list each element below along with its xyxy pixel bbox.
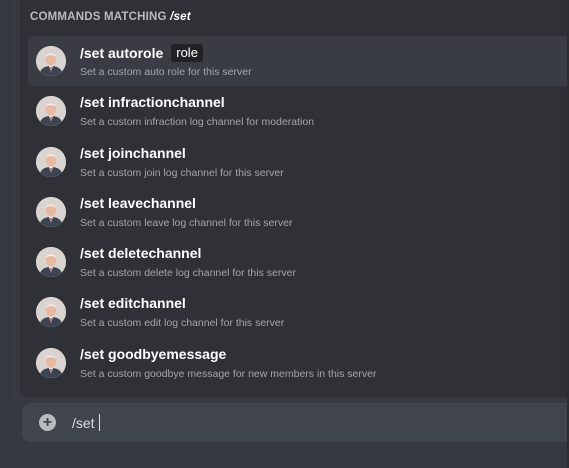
bot-avatar-icon — [36, 347, 66, 378]
bot-avatar-icon — [36, 146, 66, 177]
command-description: Set a custom goodbye message for new mem… — [80, 367, 377, 380]
command-list: /set autorole role Set a custom auto rol… — [28, 36, 569, 388]
bot-avatar-icon — [36, 297, 66, 328]
command-name: /set leavechannel — [80, 194, 196, 211]
message-input-bar[interactable]: + /set — [22, 403, 569, 442]
option-pill: role — [171, 44, 203, 62]
left-divider — [9, 0, 10, 468]
plus-circle-icon[interactable]: + — [39, 414, 56, 431]
command-item-infractionchannel[interactable]: /set infractionchannel Set a custom infr… — [28, 86, 569, 136]
command-name: /set goodbyemessage — [80, 345, 227, 362]
command-description: Set a custom delete log channel for this… — [80, 267, 296, 280]
command-description: Set a custom auto role for this server — [80, 66, 252, 78]
command-description: Set a custom join log channel for this s… — [80, 166, 284, 179]
command-item-autorole[interactable]: /set autorole role Set a custom auto rol… — [28, 36, 569, 87]
command-name: /set deletechannel — [80, 245, 202, 262]
command-item-goodbyemessage[interactable]: /set goodbyemessage Set a custom goodbye… — [28, 338, 569, 388]
command-description: Set a custom edit log channel for this s… — [80, 317, 285, 330]
message-input-value: /set — [72, 414, 95, 431]
command-name: /set autorole role — [80, 44, 203, 62]
command-item-joinchannel[interactable]: /set joinchannel Set a custom join log c… — [28, 137, 569, 187]
command-item-leavechannel[interactable]: /set leavechannel Set a custom leave log… — [28, 187, 569, 237]
command-autocomplete-panel: COMMANDS MATCHING /set /set autorole rol… — [20, 0, 569, 397]
command-item-deletechannel[interactable]: /set deletechannel Set a custom delete l… — [28, 237, 569, 287]
command-name-text: /set autorole — [80, 45, 164, 61]
bot-avatar-icon — [36, 247, 66, 278]
bot-avatar-icon — [36, 46, 66, 76]
message-input[interactable]: /set — [72, 414, 100, 431]
bot-avatar-icon — [36, 196, 66, 227]
text-caret — [98, 414, 100, 431]
command-name: /set joinchannel — [80, 144, 186, 161]
command-description: Set a custom leave log channel for this … — [80, 216, 293, 229]
command-item-editchannel[interactable]: /set editchannel Set a custom edit log c… — [28, 287, 569, 337]
panel-header: COMMANDS MATCHING /set — [30, 11, 191, 23]
panel-header-prefix: COMMANDS MATCHING — [30, 11, 167, 23]
command-name: /set infractionchannel — [80, 94, 225, 111]
bot-avatar-icon — [36, 96, 66, 127]
command-name: /set editchannel — [80, 295, 186, 312]
panel-header-query: /set — [170, 11, 191, 23]
command-description: Set a custom infraction log channel for … — [80, 116, 315, 129]
